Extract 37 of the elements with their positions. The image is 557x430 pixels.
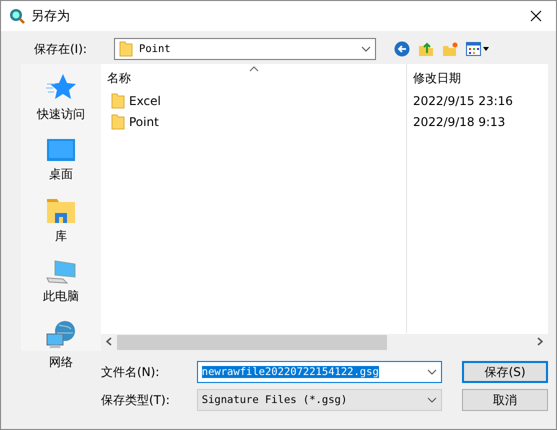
sort-caret-icon xyxy=(249,66,259,72)
network-icon xyxy=(45,320,77,350)
star-icon xyxy=(45,72,77,102)
file-type-dropdown[interactable]: Signature Files (*.gsg) xyxy=(196,389,442,411)
place-link[interactable]: 网络 xyxy=(49,354,73,371)
close-icon[interactable] xyxy=(530,10,542,22)
scrollbar-thumb[interactable] xyxy=(117,335,387,350)
place-link[interactable]: 此电脑 xyxy=(43,288,79,305)
save-button[interactable]: 保存(S) xyxy=(462,361,548,383)
window-title: 另存为 xyxy=(31,8,71,25)
scroll-left-icon[interactable] xyxy=(106,336,112,346)
file-type-label: 保存类型(T): xyxy=(101,392,171,408)
cancel-button[interactable]: 取消 xyxy=(462,389,548,411)
place-link[interactable]: 库 xyxy=(55,228,67,245)
folder-icon xyxy=(111,93,125,109)
file-name-label: 文件名(N): xyxy=(101,364,160,380)
save-in-label: 保存在(I): xyxy=(34,40,88,58)
view-menu-icon[interactable] xyxy=(466,42,490,56)
folder-icon xyxy=(119,41,133,57)
file-name[interactable]: Point xyxy=(129,115,159,129)
app-magnifier-icon xyxy=(9,8,25,24)
file-name-field[interactable]: newrawfile20220722154122.gsg xyxy=(196,361,442,383)
up-folder-icon[interactable] xyxy=(418,41,434,57)
location-dropdown[interactable]: Point xyxy=(114,38,376,60)
scroll-right-icon[interactable] xyxy=(537,336,543,346)
desktop-icon xyxy=(46,138,76,162)
computer-icon xyxy=(45,260,77,284)
modified-date: 2022/9/18 9:13 xyxy=(413,115,506,129)
folder-icon xyxy=(111,114,125,130)
place-link[interactable]: 桌面 xyxy=(49,166,73,183)
file-name[interactable]: Excel xyxy=(129,94,161,108)
library-folder-icon xyxy=(46,198,76,224)
place-link[interactable]: 快速访问 xyxy=(37,106,85,123)
new-folder-icon[interactable] xyxy=(442,41,458,57)
column-header[interactable]: 名称 xyxy=(101,64,406,91)
modified-date: 2022/9/15 23:16 xyxy=(413,94,513,108)
column-header[interactable]: 修改日期 xyxy=(406,64,548,91)
